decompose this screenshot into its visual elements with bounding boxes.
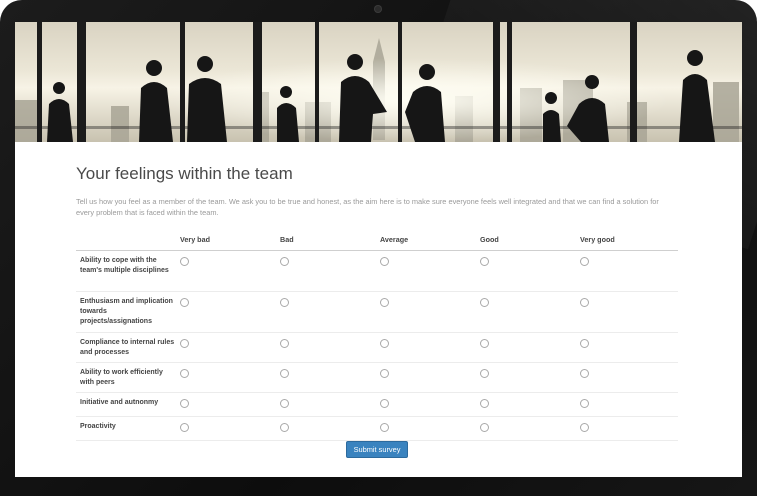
radio-button-icon[interactable] (180, 399, 189, 408)
radio-button-icon[interactable] (480, 369, 489, 378)
radio-button-icon[interactable] (380, 423, 389, 432)
radio-button-icon[interactable] (180, 369, 189, 378)
column-very-good: Very good (576, 228, 678, 251)
radio-button-icon[interactable] (580, 298, 589, 307)
survey-row-work-with-peers: Ability to work efficiently with peers (76, 362, 678, 393)
row-label: Initiative and autnonmy (76, 392, 176, 417)
radio-button-icon[interactable] (280, 369, 289, 378)
survey-intro-text: Tell us how you feel as a member of the … (76, 197, 659, 217)
radio-button-icon[interactable] (180, 423, 189, 432)
radio-button-icon[interactable] (380, 339, 389, 348)
radio-button-icon[interactable] (280, 339, 289, 348)
screen: Your feelings within the team Tell us ho… (15, 22, 742, 477)
radio-button-icon[interactable] (380, 298, 389, 307)
radio-button-icon[interactable] (280, 423, 289, 432)
column-very-bad: Very bad (176, 228, 276, 251)
radio-button-icon[interactable] (580, 423, 589, 432)
radio-button-icon[interactable] (380, 369, 389, 378)
row-label: Ability to work efficiently with peers (76, 362, 176, 393)
column-bad: Bad (276, 228, 376, 251)
row-label: Compliance to internal rules and process… (76, 332, 176, 363)
radio-button-icon[interactable] (480, 257, 489, 266)
radio-button-icon[interactable] (580, 257, 589, 266)
webcam-icon (374, 5, 382, 13)
submit-survey-button[interactable]: Submit survey (346, 441, 408, 458)
radio-button-icon[interactable] (280, 257, 289, 266)
radio-button-icon[interactable] (580, 369, 589, 378)
radio-button-icon[interactable] (180, 298, 189, 307)
header-criteria (76, 228, 176, 251)
radio-button-icon[interactable] (180, 339, 189, 348)
survey-row-compliance: Compliance to internal rules and process… (76, 332, 678, 363)
hero-banner (15, 22, 742, 142)
radio-button-icon[interactable] (280, 399, 289, 408)
radio-button-icon[interactable] (380, 399, 389, 408)
radio-button-icon[interactable] (580, 399, 589, 408)
radio-button-icon[interactable] (480, 399, 489, 408)
business-people-silhouettes-photo (15, 22, 742, 142)
survey-row-proactivity: Proactivity (76, 416, 678, 441)
radio-button-icon[interactable] (480, 423, 489, 432)
survey-row-cope-disciplines: Ability to cope with the team's multiple… (76, 250, 678, 292)
row-label: Enthusiasm and implication towards proje… (76, 291, 176, 333)
row-label: Proactivity (76, 416, 176, 441)
survey-header-row: Very bad Bad Average Good Very good (76, 228, 678, 251)
radio-button-icon[interactable] (480, 339, 489, 348)
column-good: Good (476, 228, 576, 251)
radio-button-icon[interactable] (580, 339, 589, 348)
radio-button-icon[interactable] (180, 257, 189, 266)
device-frame: Your feelings within the team Tell us ho… (0, 0, 757, 496)
row-label: Ability to cope with the team's multiple… (76, 250, 176, 292)
radio-button-icon[interactable] (280, 298, 289, 307)
page-title: Your feelings within the team (76, 164, 293, 183)
radio-button-icon[interactable] (380, 257, 389, 266)
radio-button-icon[interactable] (480, 298, 489, 307)
column-average: Average (376, 228, 476, 251)
survey-row-initiative: Initiative and autnonmy (76, 392, 678, 417)
survey-row-enthusiasm: Enthusiasm and implication towards proje… (76, 291, 678, 333)
survey-grid: Very bad Bad Average Good Very good Abil… (76, 228, 678, 441)
